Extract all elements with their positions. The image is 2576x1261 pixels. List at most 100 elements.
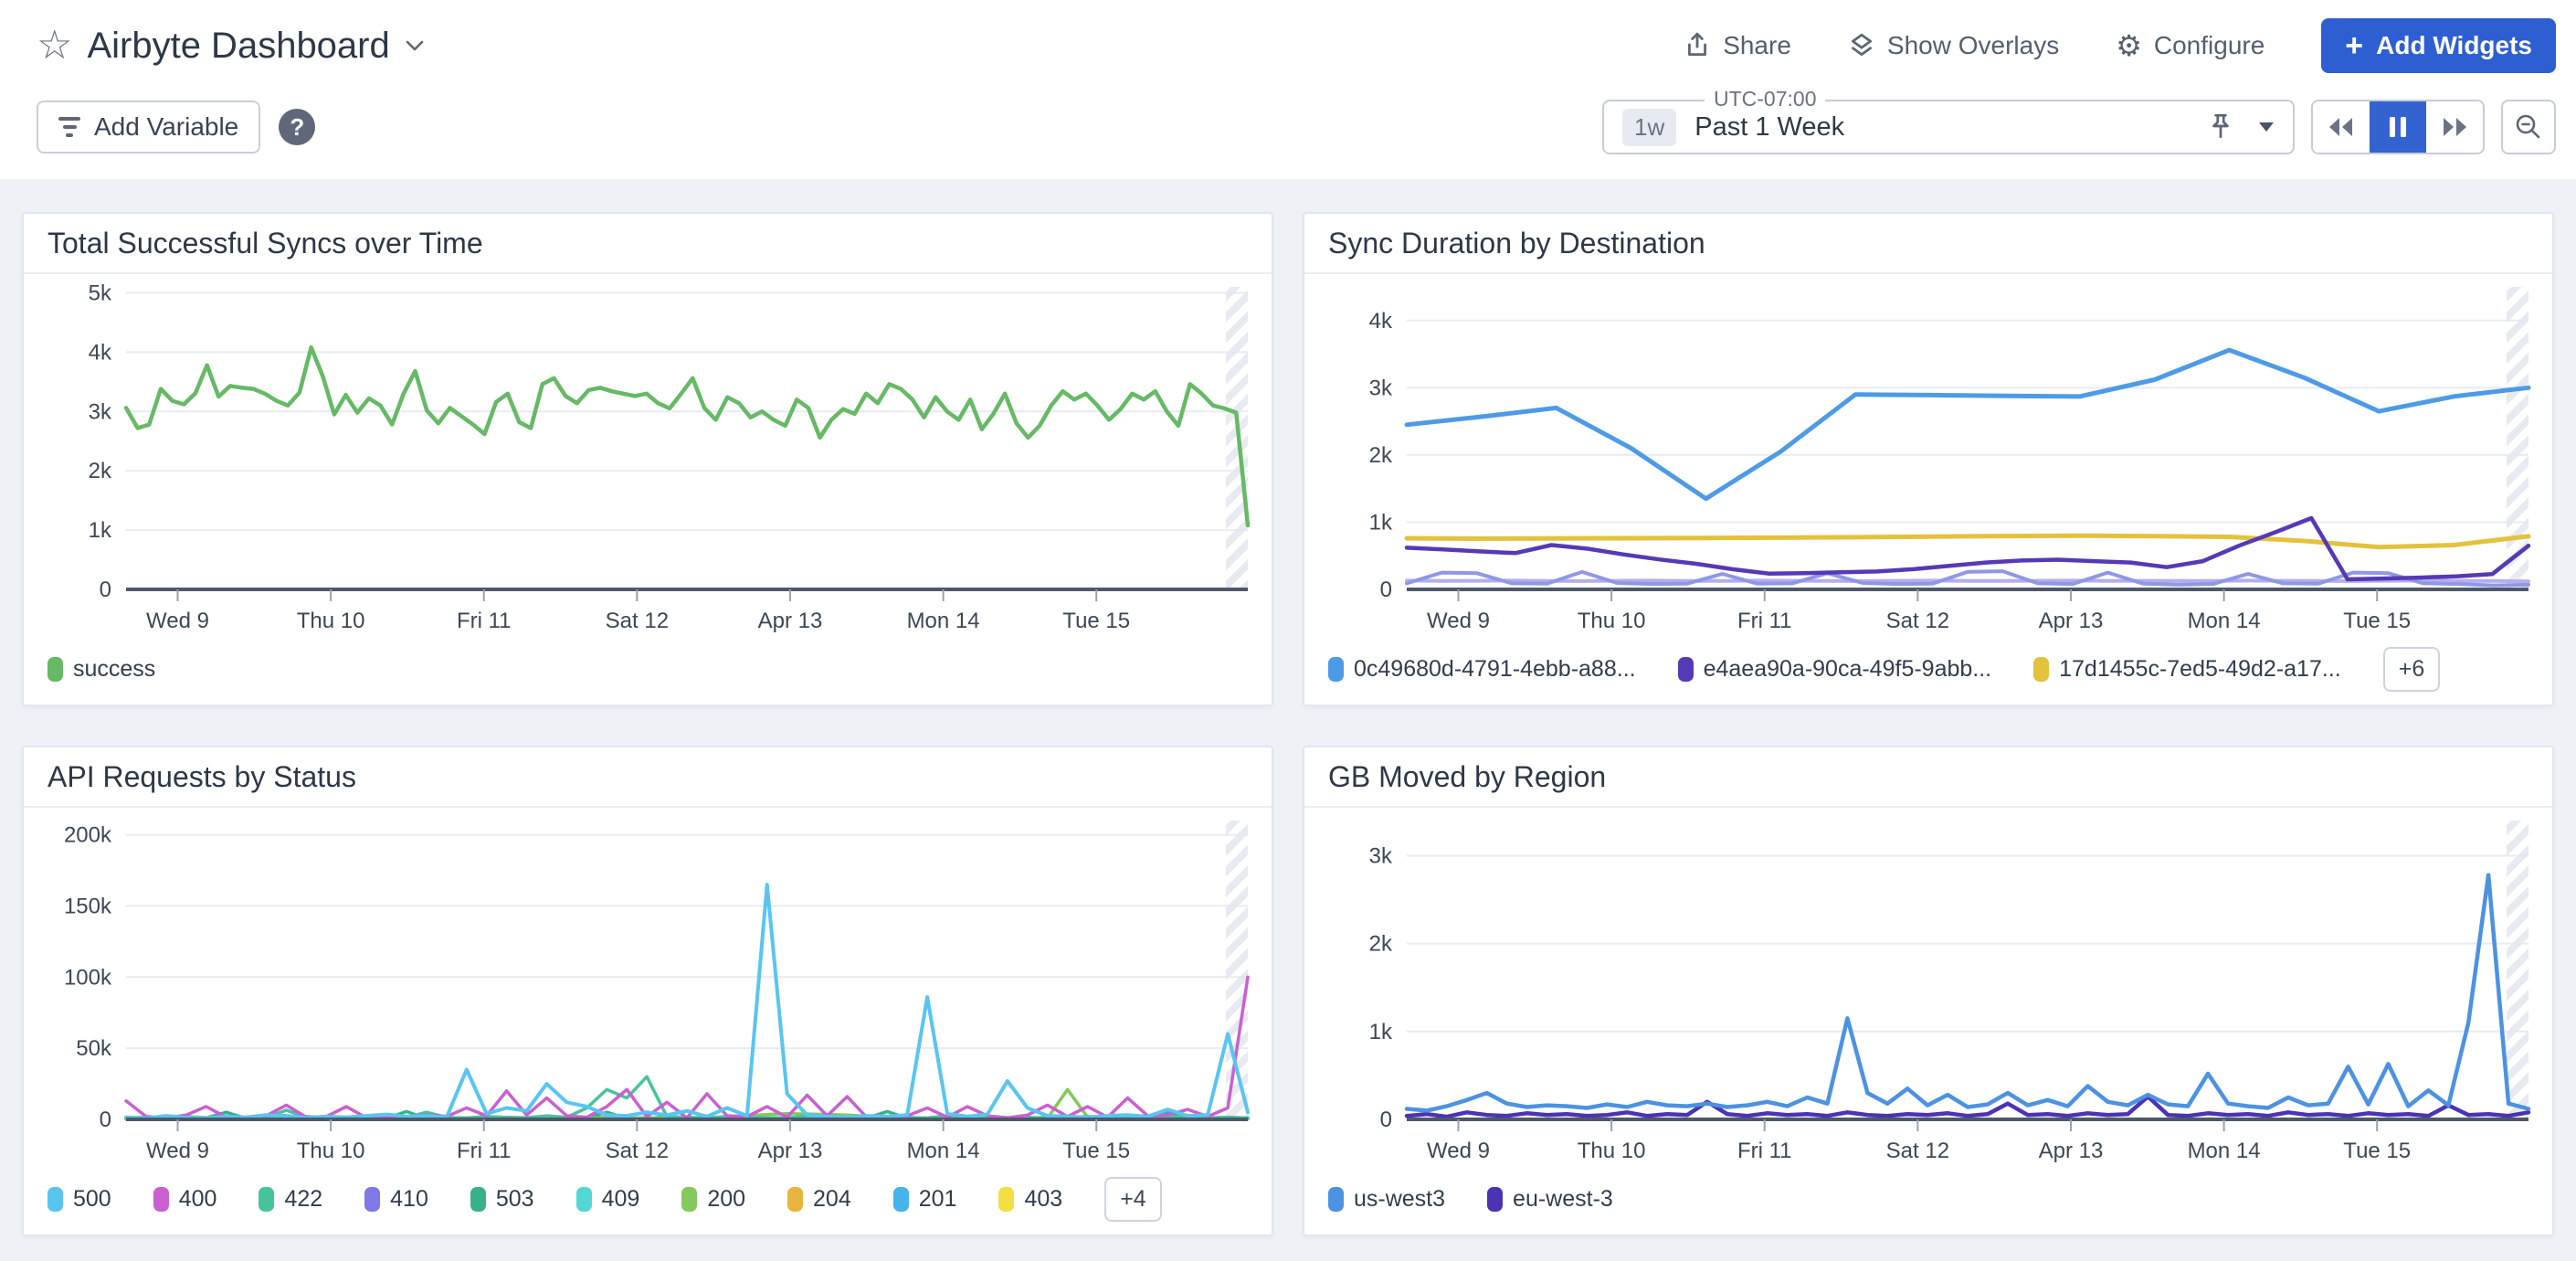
chart-canvas[interactable]: 01k2k3k4k5kWed 9Thu 10Fri 11Sat 12Apr 13… [24,274,1272,633]
zoom-out-icon [2514,112,2543,142]
legend-color-chip [1328,657,1344,682]
favorite-star-icon[interactable]: ☆ [37,26,72,66]
legend-item[interactable]: 201 [893,1186,957,1213]
svg-text:Fri 11: Fri 11 [457,609,512,633]
legend-label: 500 [73,1186,111,1213]
svg-text:1k: 1k [1369,510,1393,535]
legend-label: 503 [496,1186,534,1213]
forward-button[interactable] [2426,101,2483,153]
legend-item[interactable]: 422 [259,1186,322,1213]
legend-item[interactable]: 17d1455c-7ed5-49d2-a17... [2033,656,2341,683]
svg-text:0: 0 [100,1107,111,1132]
legend-item[interactable]: success [48,656,155,683]
svg-text:Thu 10: Thu 10 [1578,1139,1646,1163]
svg-text:0: 0 [1380,1107,1392,1132]
share-button[interactable]: Share [1684,31,1791,60]
svg-text:Sat 12: Sat 12 [1886,1139,1949,1163]
legend-color-chip [470,1187,486,1212]
legend-item[interactable]: 409 [576,1186,640,1213]
legend-label: 17d1455c-7ed5-49d2-a17... [2059,656,2341,683]
svg-text:Apr 13: Apr 13 [2039,1139,2104,1163]
svg-text:4k: 4k [89,340,112,365]
svg-text:Tue 15: Tue 15 [2343,1139,2411,1163]
svg-text:3k: 3k [1369,376,1393,400]
legend-item[interactable]: us-west3 [1328,1186,1445,1213]
add-widgets-button[interactable]: + Add Widgets [2321,18,2556,73]
show-overlays-button[interactable]: Show Overlays [1848,31,2059,60]
dropdown-caret-icon[interactable] [2258,122,2275,132]
widget-title: Sync Duration by Destination [1304,214,2552,274]
legend-label: 204 [813,1186,851,1213]
filter-icon [58,117,80,137]
plus-icon: + [2345,30,2363,61]
svg-text:Mon 14: Mon 14 [2188,1139,2261,1163]
svg-text:Apr 13: Apr 13 [758,609,823,633]
svg-text:Mon 14: Mon 14 [907,1139,980,1163]
title-chevron-down-icon[interactable] [405,39,425,52]
chart-canvas[interactable]: 01k2k3k4kWed 9Thu 10Fri 11Sat 12Apr 13Mo… [1304,274,2552,633]
svg-text:Tue 15: Tue 15 [1062,609,1130,633]
pin-icon[interactable] [2207,112,2234,142]
add-variable-label: Add Variable [94,112,238,142]
svg-text:Apr 13: Apr 13 [758,1139,823,1163]
chart-canvas[interactable]: 050k100k150k200kWed 9Thu 10Fri 11Sat 12A… [24,808,1272,1163]
add-widgets-label: Add Widgets [2376,31,2532,60]
svg-text:Sat 12: Sat 12 [606,609,669,633]
pause-button[interactable] [2370,101,2426,153]
svg-text:Thu 10: Thu 10 [1578,609,1646,633]
add-variable-button[interactable]: Add Variable [37,101,260,154]
share-label: Share [1723,31,1791,60]
chart-canvas[interactable]: 01k2k3kWed 9Thu 10Fri 11Sat 12Apr 13Mon … [1304,808,2552,1163]
legend-color-chip [998,1187,1014,1212]
svg-text:3k: 3k [89,399,112,424]
legend-color-chip [2033,657,2049,682]
zoom-out-button[interactable] [2501,100,2556,154]
widget-gb-moved-by-region: GB Moved by Region 01k2k3kWed 9Thu 10Fri… [1303,746,2554,1236]
legend-color-chip [364,1187,380,1212]
svg-text:1k: 1k [89,518,112,543]
legend-color-chip [153,1187,169,1212]
legend-item[interactable]: 403 [998,1186,1062,1213]
svg-text:200k: 200k [64,823,112,848]
svg-text:1k: 1k [1369,1020,1393,1044]
widget-title: API Requests by Status [24,747,1272,808]
legend-item[interactable]: 204 [787,1186,851,1213]
legend-color-chip [1487,1187,1503,1212]
pause-icon [2387,115,2409,139]
svg-text:Wed 9: Wed 9 [1427,609,1490,633]
legend-item[interactable]: e4aea90a-90ca-49f5-9abb... [1678,656,1992,683]
chart-legend: us-west3 eu-west-3 [1304,1163,2552,1235]
legend-item[interactable]: eu-west-3 [1487,1186,1613,1213]
legend-label: 422 [284,1186,322,1213]
svg-text:Tue 15: Tue 15 [1062,1139,1130,1163]
legend-item[interactable]: 200 [681,1186,745,1213]
svg-text:Mon 14: Mon 14 [2188,609,2261,633]
legend-item[interactable]: 0c49680d-4791-4ebb-a88... [1328,656,1636,683]
legend-item[interactable]: 410 [364,1186,428,1213]
legend-item[interactable]: 503 [470,1186,534,1213]
legend-color-chip [48,1187,63,1212]
svg-text:Mon 14: Mon 14 [907,609,980,633]
legend-color-chip [1678,657,1694,682]
help-icon[interactable]: ? [279,109,315,145]
svg-text:Sat 12: Sat 12 [606,1139,669,1163]
fast-forward-icon [2439,115,2470,139]
svg-text:2k: 2k [1369,443,1393,468]
backward-button[interactable] [2313,101,2370,153]
configure-button[interactable]: ⚙ Configure [2116,31,2265,60]
legend-more-button[interactable]: +6 [2383,647,2441,692]
legend-color-chip [893,1187,909,1212]
legend-color-chip [681,1187,697,1212]
legend-item[interactable]: 500 [48,1186,111,1213]
time-range-picker[interactable]: UTC-07:00 1w Past 1 Week [1602,100,2295,154]
legend-label: e4aea90a-90ca-49f5-9abb... [1704,656,1992,683]
svg-text:150k: 150k [64,894,112,918]
legend-item[interactable]: 400 [153,1186,217,1213]
legend-label: 201 [919,1186,957,1213]
time-range-label: Past 1 Week [1694,112,2207,143]
legend-label: 410 [390,1186,428,1213]
svg-text:100k: 100k [64,965,112,990]
legend-more-button[interactable]: +4 [1104,1177,1162,1222]
svg-text:Thu 10: Thu 10 [297,1139,365,1163]
legend-label: 0c49680d-4791-4ebb-a88... [1354,656,1636,683]
